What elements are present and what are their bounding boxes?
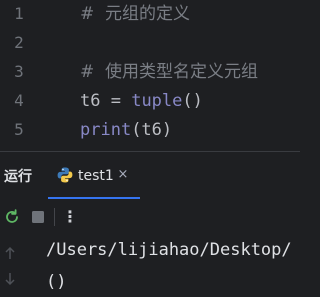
run-tool-window-header: 运行 test1 ×: [0, 151, 300, 200]
console-line: /Users/lijiahao/Desktop/: [46, 240, 292, 260]
builtin-token: tuple: [131, 91, 183, 111]
more-options-icon[interactable]: ⋮: [60, 207, 80, 227]
operator-token: =: [100, 91, 132, 111]
code-line-4[interactable]: 4 t6 = tuple(): [0, 87, 300, 116]
line-number: 3: [14, 62, 24, 81]
line-number: 4: [14, 91, 24, 110]
code-line-1[interactable]: 1 # 元组的定义: [0, 0, 300, 29]
code-line-5[interactable]: 5 print(t6): [0, 116, 300, 145]
console-line: (): [46, 272, 67, 292]
builtin-token: print: [80, 120, 132, 140]
args-token: (): [182, 91, 203, 111]
line-number: 5: [14, 120, 24, 139]
run-tab-label: test1: [78, 168, 114, 184]
code-line-2[interactable]: 2: [0, 29, 300, 58]
console-gutter: [0, 235, 24, 297]
close-icon[interactable]: ×: [115, 166, 131, 184]
args-token: (t6): [131, 120, 173, 140]
code-statement: print(t6): [80, 119, 172, 141]
code-comment: # 使用类型名定义元组: [80, 62, 259, 82]
rerun-icon[interactable]: [2, 207, 22, 227]
stop-icon[interactable]: [28, 207, 48, 227]
run-tool-window-title: 运行: [4, 169, 32, 185]
run-config-tab[interactable]: test1 ×: [48, 158, 140, 200]
line-number: 1: [14, 4, 24, 23]
python-icon: [57, 167, 73, 183]
toolbar-separator: [54, 208, 55, 226]
code-editor[interactable]: 1 # 元组的定义 2 3 # 使用类型名定义元组 4 t6 = tuple()…: [0, 0, 300, 151]
line-number: 2: [14, 33, 24, 52]
console-output[interactable]: /Users/lijiahao/Desktop/ (): [0, 235, 300, 297]
code-statement: t6 = tuple(): [80, 90, 203, 112]
run-toolbar: ⋮: [0, 199, 300, 235]
arrow-up-icon[interactable]: [3, 245, 17, 261]
variable-token: t6: [80, 91, 101, 111]
code-line-3[interactable]: 3 # 使用类型名定义元组: [0, 58, 300, 87]
code-comment: # 元组的定义: [80, 4, 191, 24]
arrow-down-icon[interactable]: [3, 271, 17, 287]
